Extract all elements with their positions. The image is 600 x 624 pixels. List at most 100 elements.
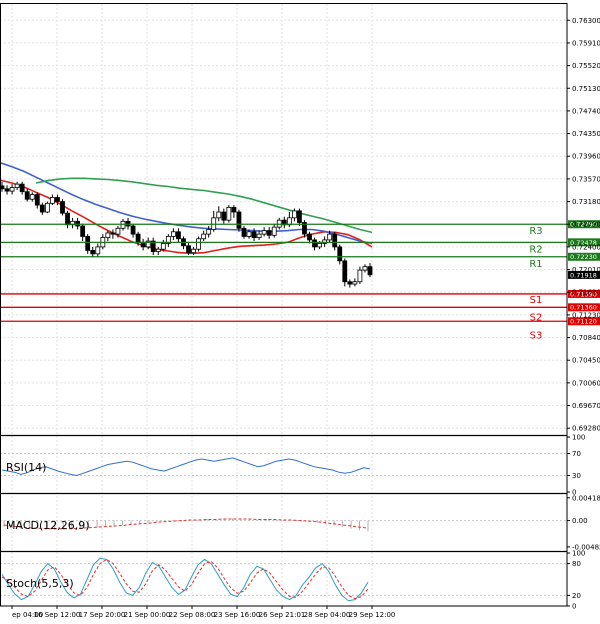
indicator-label: MACD(12,26,9) [6, 519, 90, 532]
candle-body [9, 187, 15, 192]
candle-body [367, 266, 373, 276]
candle-body [191, 248, 196, 254]
candle-body [196, 238, 202, 250]
candlesticks [0, 181, 373, 288]
candle-body [246, 231, 252, 237]
candle-body [352, 281, 358, 285]
candle-body [206, 229, 212, 235]
candle-body [135, 233, 141, 243]
candle-body [251, 231, 257, 238]
indicator-panels: 10070300RSI(14)0.0041840.00-0.004826MACD… [0, 434, 600, 611]
candle-body [327, 233, 333, 241]
time-tick-label: 16 Sep 12:00 [34, 611, 81, 619]
indicator-tick-label: 30 [572, 472, 581, 480]
time-tick-label: 22 Sep 08:00 [169, 611, 216, 619]
time-tick-label: 23 Sep 16:00 [214, 611, 261, 619]
candle-body [261, 230, 267, 235]
candle-body [312, 239, 317, 248]
price-tick-label: 0.74740 [572, 107, 600, 115]
candle-body [337, 246, 343, 262]
candle-body [297, 210, 302, 223]
candle-body [4, 188, 10, 192]
price-tick-label: 0.72400 [572, 243, 600, 251]
price-tick-label: 0.75520 [572, 62, 600, 70]
time-tick-label: 17 Sep 20:00 [79, 611, 126, 619]
candle-body [39, 204, 45, 213]
candle-body [14, 183, 20, 189]
candle-body [34, 194, 40, 206]
candle-body [266, 230, 272, 236]
candle-body [342, 260, 348, 283]
current-price-text: 0.71918 [570, 271, 597, 279]
candle-body [332, 233, 338, 248]
time-tick-label: 26 Sep 21:01 [259, 611, 306, 619]
candle-body [85, 236, 91, 251]
price-tick-label: 0.70840 [572, 334, 600, 342]
candle-body [226, 206, 232, 221]
price-tick-label: 0.73180 [572, 198, 600, 206]
level-label-r3: R3 [529, 226, 542, 237]
time-tick-label: 21 Sep 00:00 [124, 611, 171, 619]
time-tick-label: 29 Sep 12:00 [349, 611, 396, 619]
candle-body [115, 227, 121, 235]
candle-body [186, 245, 191, 254]
candle-body [155, 248, 161, 252]
frame [0, 3, 568, 607]
candle-body [50, 197, 55, 204]
price-tick-label: 0.73960 [572, 153, 600, 161]
price-tick-label: 0.74350 [572, 130, 600, 138]
price-tick-label: 0.69670 [572, 402, 600, 410]
candle-body [347, 281, 353, 285]
candle-body [236, 211, 242, 229]
candle-body [110, 232, 116, 235]
candle-body [291, 210, 297, 219]
candle-body [44, 202, 50, 213]
candle-body [65, 212, 70, 226]
price-axis: 0.76300 0.75910 0.75520 0.75130 0.74740 0.743… [567, 17, 600, 433]
price-tick-label: 0.75130 [572, 85, 600, 93]
candle-body [130, 225, 136, 235]
candle-body [90, 249, 96, 255]
indicator-label: Stoch(5,5,3) [6, 577, 74, 590]
candle-body [221, 211, 227, 221]
candle-body [201, 233, 207, 240]
chart-border [0, 3, 568, 607]
candle-body [362, 266, 368, 271]
indicator-tick-label: 0.004184 [572, 494, 600, 502]
candle-body [170, 231, 176, 237]
level-label-r2: R2 [529, 244, 542, 255]
candle-body [24, 191, 30, 200]
candle-body [231, 206, 237, 213]
indicator-tick-label: 0 [572, 603, 576, 611]
level-price-tag-text: 0.72230 [570, 253, 597, 261]
price-tick-label: 0.69280 [572, 425, 600, 433]
candle-body [271, 226, 277, 236]
candle-body [55, 197, 60, 202]
level-label-r1: R1 [529, 259, 542, 270]
candle-body [256, 233, 262, 238]
price-tick-label: 0.76300 [572, 17, 600, 25]
price-tick-label: 0.72790 [572, 221, 600, 229]
grid [0, 4, 567, 606]
price-tick-label: 0.70060 [572, 379, 600, 387]
level-label-s1: S1 [530, 295, 543, 306]
candle-body [176, 231, 181, 240]
price-tick-label: 0.73570 [572, 175, 600, 183]
candle-body [317, 243, 322, 248]
price-tick-label: 0.70450 [572, 357, 600, 365]
time-tick-label: 28 Sep 04:00 [304, 611, 351, 619]
candle-body [216, 211, 222, 219]
level-label-s3: S3 [530, 330, 543, 341]
price-tick-label: 0.75910 [572, 39, 600, 47]
candle-body [357, 269, 363, 283]
candle-body [307, 233, 312, 241]
candle-body [80, 225, 86, 237]
candle-body [160, 243, 166, 250]
forex-chart[interactable]: R30.72790R20.72478R10.72230S10.71590S20.… [0, 0, 600, 624]
indicator-tick-label: 0.00 [572, 517, 588, 525]
time-axis: ep 04:0016 Sep 12:0017 Sep 20:0021 Sep 0… [11, 606, 396, 619]
candle-body [241, 227, 247, 237]
indicator-tick-label: 100 [572, 550, 585, 558]
indicator-label: RSI(14) [6, 461, 46, 474]
ma-line-ma-mid [0, 161, 373, 245]
